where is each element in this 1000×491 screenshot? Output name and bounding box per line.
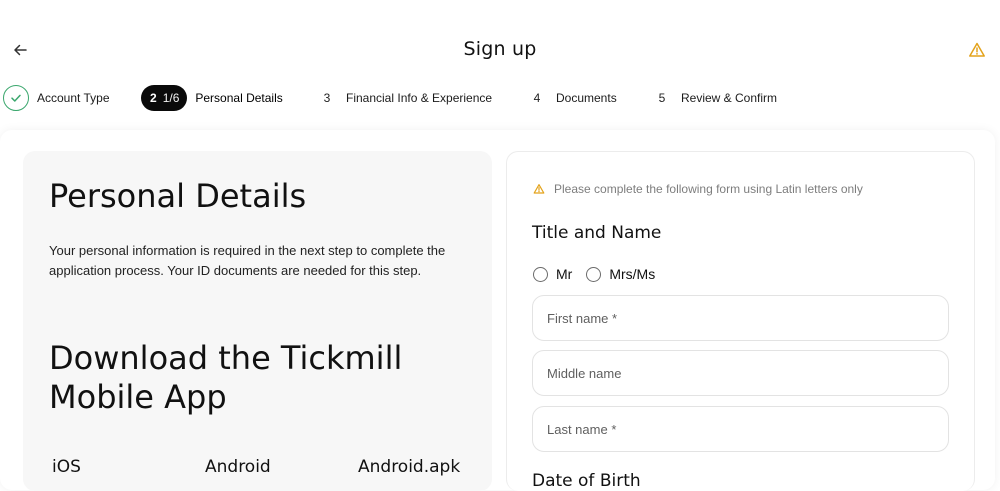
warning-button[interactable]: [968, 41, 986, 59]
date-of-birth-heading: Date of Birth: [532, 471, 641, 491]
step-label: Personal Details: [195, 91, 283, 105]
step-label: Documents: [556, 91, 617, 105]
middle-name-field: [532, 350, 949, 396]
info-description: Your personal information is required in…: [49, 243, 446, 278]
step-label: Review & Confirm: [681, 91, 778, 105]
info-title: Personal Details: [49, 177, 307, 215]
radio-mr[interactable]: Mr: [533, 266, 572, 282]
step-progress: 1/6: [162, 91, 180, 105]
radio-label: Mrs/Ms: [609, 266, 656, 282]
download-app-title: Download the Tickmill Mobile App: [49, 339, 403, 416]
last-name-field: [532, 406, 949, 452]
middle-name-input[interactable]: [533, 351, 948, 395]
step-number: 3: [323, 91, 331, 105]
step-label: Account Type: [37, 91, 110, 105]
personal-details-form: Please complete the following form using…: [506, 151, 975, 491]
last-name-input[interactable]: [533, 407, 948, 451]
title-radio-group: Mr Mrs/Ms: [533, 266, 669, 282]
step-number: 5: [658, 91, 666, 105]
ios-link[interactable]: iOS: [52, 457, 81, 477]
title-and-name-heading: Title and Name: [532, 223, 662, 243]
step-documents[interactable]: 4 Documents: [526, 84, 617, 112]
step-number: 2: [150, 91, 157, 105]
android-apk-link[interactable]: Android.apk: [358, 457, 460, 477]
android-link[interactable]: Android: [205, 457, 271, 477]
step-personal-details[interactable]: 2 1/6 Personal Details: [141, 84, 283, 112]
step-number: 4: [533, 91, 541, 105]
radio-circle[interactable]: [533, 266, 548, 282]
notice-text: Please complete the following form using…: [554, 182, 863, 196]
progress-stepper: Account Type 2 1/6 Personal Details 3 Fi…: [0, 84, 1000, 112]
info-panel: Personal Details Your personal informati…: [23, 151, 492, 491]
radio-circle[interactable]: [586, 266, 602, 282]
radio-label: Mr: [556, 266, 573, 282]
first-name-field: [532, 295, 949, 341]
step-review-confirm[interactable]: 5 Review & Confirm: [651, 84, 777, 112]
step-label: Financial Info & Experience: [346, 91, 493, 105]
step-account-type[interactable]: Account Type: [3, 84, 110, 112]
first-name-input[interactable]: [533, 296, 948, 340]
step-done-circle: [3, 85, 29, 111]
check-icon: [11, 94, 21, 102]
page-title: Sign up: [463, 38, 537, 60]
warning-triangle-icon: [969, 42, 985, 57]
warning-triangle-icon: [533, 184, 545, 194]
radio-mrs-ms[interactable]: Mrs/Ms: [586, 266, 655, 282]
step-financial-info[interactable]: 3 Financial Info & Experience: [316, 84, 492, 112]
latin-letters-notice: Please complete the following form using…: [533, 182, 863, 196]
step-active-pill: 2 1/6: [141, 85, 188, 111]
